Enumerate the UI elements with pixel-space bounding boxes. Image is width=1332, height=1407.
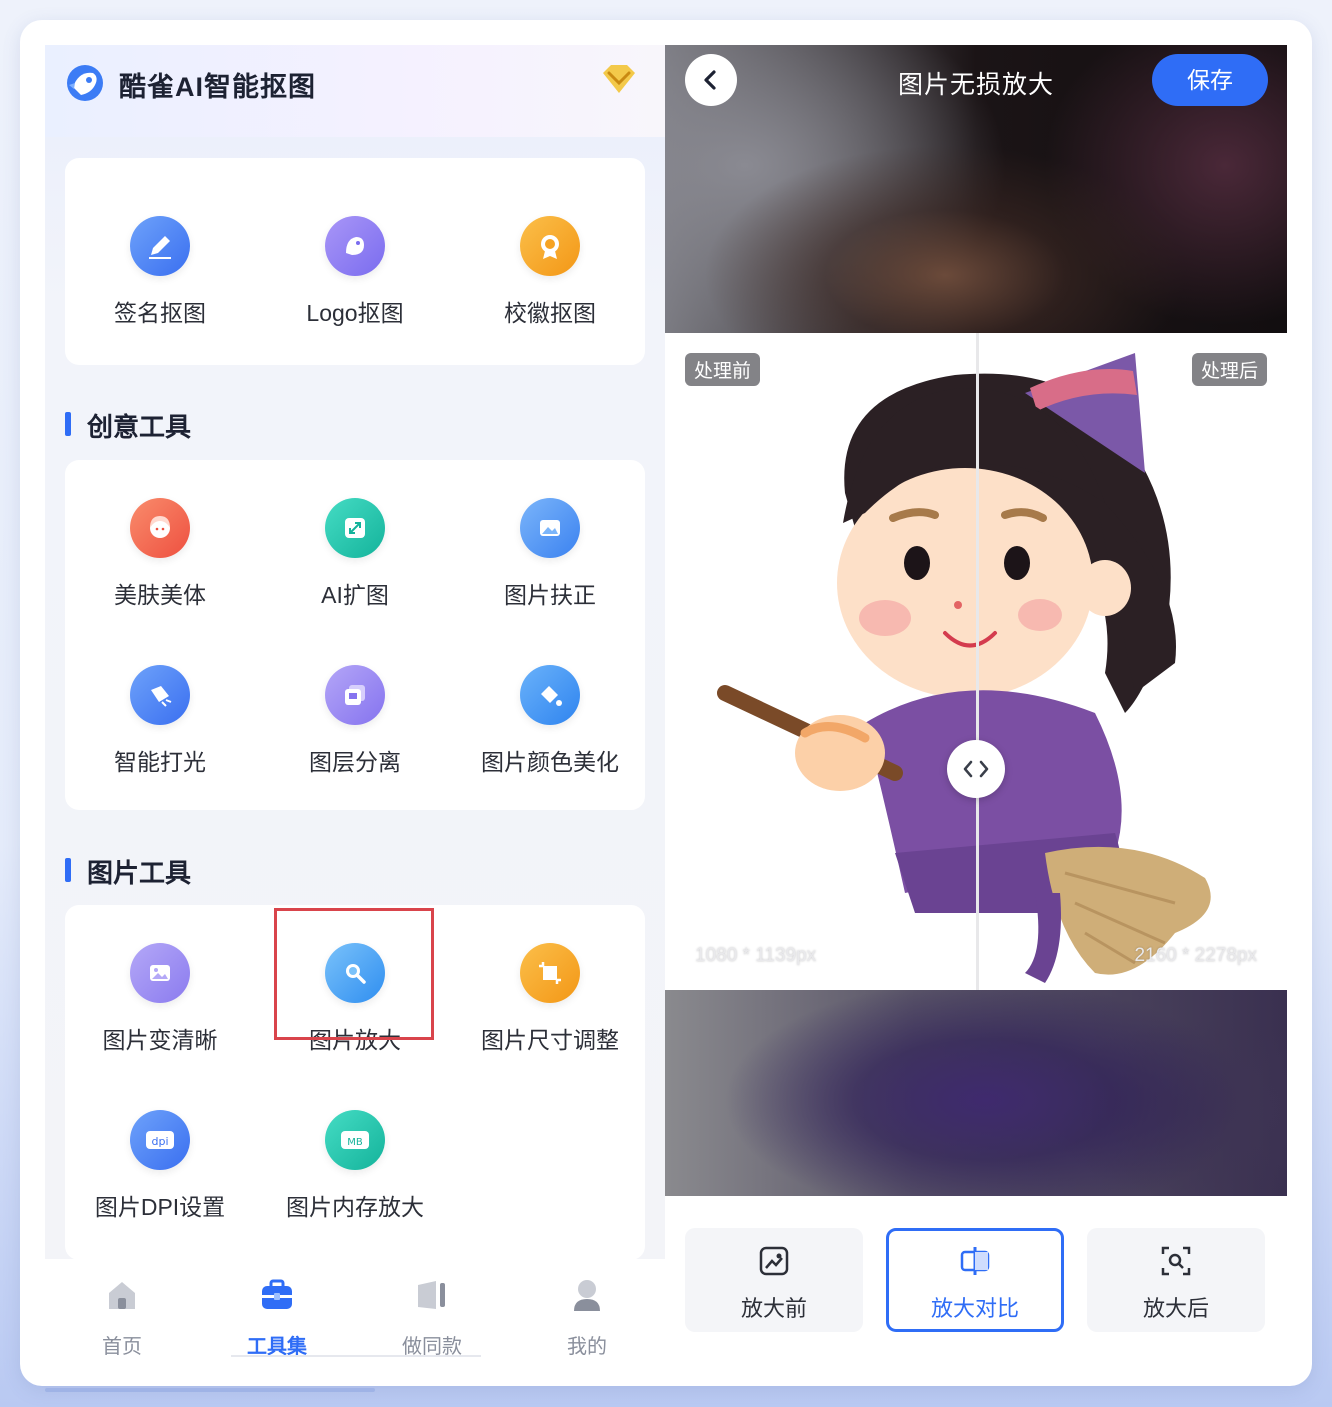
after-tag: 处理后 [1191, 353, 1267, 386]
mb-icon: MB [325, 1110, 385, 1170]
tool-image-dpi[interactable]: dpi 图片DPI设置 [65, 1110, 255, 1222]
color-fill-icon [520, 665, 580, 725]
tool-image-resize[interactable]: 图片尺寸调整 [455, 943, 645, 1055]
tool-label: AI扩图 [321, 582, 389, 608]
picture-straighten-icon [520, 498, 580, 558]
tool-label: 图层分离 [309, 749, 401, 775]
tool-image-clear[interactable]: 图片变清晰 [65, 943, 255, 1055]
vip-diamond-icon[interactable] [597, 61, 641, 97]
tool-label: 校徽抠图 [504, 300, 596, 326]
mode-before-button[interactable]: 放大前 [685, 1228, 863, 1332]
logo-icon [325, 216, 385, 276]
profile-icon [574, 1280, 600, 1311]
nav-home[interactable]: 首页 [62, 1277, 182, 1359]
comparison-view[interactable]: 处理前 处理后 1080 * 1139px 2160 * 2278px [665, 333, 1287, 990]
before-size-label: 1080 * 1139px [695, 945, 817, 966]
svg-text:MB: MB [347, 1137, 363, 1148]
tool-color-beautify[interactable]: 图片颜色美化 [455, 665, 645, 777]
app-title: 酷雀AI智能抠图 [119, 72, 316, 102]
mode-label: 放大对比 [930, 1296, 1019, 1321]
nav-label: 我的 [567, 1336, 607, 1358]
compare-divider [976, 333, 979, 990]
tool-label: 图片扶正 [504, 582, 596, 608]
app-frame: 酷雀AI智能抠图 签名抠图 Logo抠图 校徽抠图 创意工具 美肤美体 AI扩图… [20, 20, 1312, 1386]
mode-compare-button[interactable]: 放大对比 [886, 1228, 1064, 1332]
app-header: 酷雀AI智能抠图 [45, 45, 665, 137]
pen-icon [130, 216, 190, 276]
nav-toolbox[interactable]: 工具集 [217, 1277, 337, 1359]
layers-icon [325, 665, 385, 725]
tool-logo-cutout[interactable]: Logo抠图 [260, 216, 450, 328]
tool-label: 图片尺寸调整 [481, 1027, 619, 1053]
mode-label: 放大后 [1142, 1296, 1209, 1321]
toolbox-icon [262, 1279, 292, 1309]
window-bottom-accent [45, 1388, 375, 1392]
upscale-editor: 图片无损放大 保存 处理前 处理后 1080 * 1139px 2160 * 2… [665, 45, 1287, 1361]
tool-label: 签名抠图 [114, 300, 206, 326]
expand-icon [325, 498, 385, 558]
creative-tools-card: 美肤美体 AI扩图 图片扶正 智能打光 图层分离 图片颜色美化 [65, 460, 645, 810]
mode-label: 放大前 [740, 1296, 807, 1321]
light-icon [130, 665, 190, 725]
tool-label: 图片变清晰 [102, 1027, 218, 1053]
selected-tool-highlight [274, 908, 434, 1040]
nav-divider [231, 1355, 481, 1357]
tool-image-straighten[interactable]: 图片扶正 [455, 498, 645, 610]
tool-signature-cutout[interactable]: 签名抠图 [65, 216, 255, 328]
compare-slider-handle[interactable] [947, 740, 1005, 798]
before-tag: 处理前 [685, 353, 761, 386]
tool-label: 图片DPI设置 [94, 1194, 226, 1220]
arrows-horizontal-icon [963, 760, 989, 778]
tool-label: 图片颜色美化 [481, 749, 619, 775]
tool-layer-separation[interactable]: 图层分离 [260, 665, 450, 777]
tool-image-filesize[interactable]: MB 图片内存放大 [260, 1110, 450, 1222]
dpi-icon: dpi [130, 1110, 190, 1170]
blurred-background-bottom [665, 990, 1287, 1196]
image-icon [759, 1246, 789, 1276]
tool-smart-lighting[interactable]: 智能打光 [65, 665, 255, 777]
nav-profile[interactable]: 我的 [527, 1277, 647, 1359]
view-mode-bar: 放大前 放大对比 放大后 [665, 1196, 1287, 1361]
mode-after-button[interactable]: 放大后 [1087, 1228, 1265, 1332]
tool-label: 图片内存放大 [286, 1194, 424, 1220]
nav-template[interactable]: 做同款 [372, 1277, 492, 1359]
image-clear-icon [130, 943, 190, 1003]
zoom-search-icon [1161, 1246, 1191, 1276]
home-icon [109, 1282, 135, 1309]
nav-label: 首页 [102, 1336, 142, 1358]
badge-icon [520, 216, 580, 276]
quick-tools-card: 签名抠图 Logo抠图 校徽抠图 [65, 158, 645, 365]
tool-skin-beauty[interactable]: 美肤美体 [65, 498, 255, 610]
tool-ai-expand[interactable]: AI扩图 [260, 498, 450, 610]
face-icon [130, 498, 190, 558]
after-size-label: 2160 * 2278px [1134, 945, 1257, 966]
section-title-creative: 创意工具 [65, 407, 191, 444]
template-icon [418, 1281, 445, 1309]
bottom-nav: 首页 工具集 做同款 我的 [45, 1259, 665, 1361]
editor-header: 图片无损放大 保存 [665, 45, 1287, 125]
svg-text:dpi: dpi [151, 1135, 168, 1148]
tool-label: 美肤美体 [114, 582, 206, 608]
app-logo-icon [67, 65, 103, 101]
save-button[interactable]: 保存 [1152, 54, 1268, 106]
tool-badge-cutout[interactable]: 校徽抠图 [455, 216, 645, 328]
section-title-image: 图片工具 [65, 853, 191, 890]
tools-panel: 酷雀AI智能抠图 签名抠图 Logo抠图 校徽抠图 创意工具 美肤美体 AI扩图… [45, 45, 665, 1361]
crop-icon [520, 943, 580, 1003]
tool-label: 智能打光 [114, 749, 206, 775]
compare-icon [960, 1247, 990, 1275]
tool-label: Logo抠图 [306, 300, 404, 326]
